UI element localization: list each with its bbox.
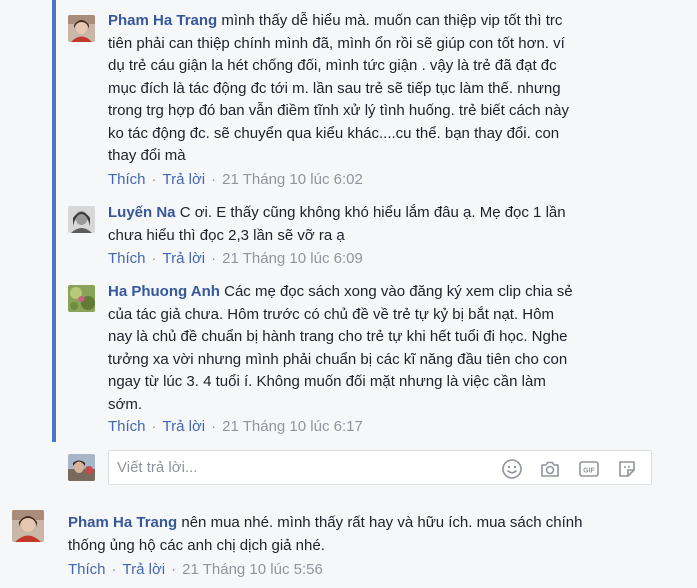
comment-author-link[interactable]: Pham Ha Trang [108,12,217,29]
current-user-avatar [68,454,95,481]
avatar[interactable] [12,510,44,542]
comment-text-line: ko tác động đc. sẽ chuyển qua kiểu khác.… [108,124,560,142]
reply-link[interactable]: Trả lời [163,171,206,188]
comment-text-line: nay là chủ đề chuẩn bị hành trang cho tr… [108,328,568,345]
timestamp[interactable]: 21 Tháng 10 lúc 6:02 [222,171,363,188]
comment-text-line: tưởng xa vời nhưng mình phải chuẩn bị cá… [108,350,568,368]
reply-input[interactable] [117,451,497,484]
emoji-icon[interactable] [501,458,523,480]
comment-actions: Thích · Trả lời · 21 Tháng 10 lúc 5:56 [68,561,323,578]
comment-text-line: sớm. [108,395,142,413]
reply-thread-bar [52,0,56,442]
svg-text:GIF: GIF [583,468,595,475]
avatar[interactable] [68,285,95,312]
comment-body: Ha Phuong Anh Các mẹ đọc sách xong vào đ… [108,281,668,416]
avatar[interactable] [68,15,95,42]
comment-actions: Thích · Trả lời · 21 Tháng 10 lúc 6:02 [108,171,363,188]
comment-text-line: mục đích là tác động đc tới m. lần sau t… [108,79,561,97]
comment-text-line: nên mua nhé. mình thấy rất hay và hữu íc… [181,514,583,531]
comment-author-link[interactable]: Pham Ha Trang [68,514,177,531]
comment-body: Pham Ha Trang nên mua nhé. mình thấy rất… [68,512,668,557]
comment-actions: Thích · Trả lời · 21 Tháng 10 lúc 6:17 [108,418,363,435]
timestamp[interactable]: 21 Tháng 10 lúc 5:56 [182,561,323,578]
timestamp[interactable]: 21 Tháng 10 lúc 6:09 [222,250,363,267]
comment-text-line: thay đổi mà [108,147,186,164]
comment-body: Luyến Na C ơi. E thấy cũng không khó hiể… [108,202,668,247]
like-link[interactable]: Thích [108,250,146,267]
comment-text-line: của tác giả chưa. Hôm trước có chủ đề về… [108,305,554,323]
comment-text-line: trong trg hợp đó ban vẫn điềm tĩnh xử lý… [108,102,569,119]
avatar[interactable] [68,206,95,233]
like-link[interactable]: Thích [108,171,146,188]
gif-icon[interactable]: GIF [578,458,600,480]
like-link[interactable]: Thích [108,418,146,435]
comment-text-line: Các mẹ đọc sách xong vào đăng ký xem cli… [224,283,573,300]
comment-author-link[interactable]: Ha Phuong Anh [108,283,220,300]
reply-link[interactable]: Trả lời [163,418,206,435]
comment-text-line: chưa hiểu thì đọc 2,3 lần sẽ vỡ ra ạ [108,226,345,244]
timestamp[interactable]: 21 Tháng 10 lúc 6:17 [222,418,363,435]
like-link[interactable]: Thích [68,561,106,578]
reply-link[interactable]: Trả lời [123,561,166,578]
comment-text-line: ngay từ lúc 3. 4 tuổi í. Không muốn đối … [108,373,546,390]
sticker-icon[interactable] [616,458,638,480]
comment-text-line: C ơi. E thấy cũng không khó hiểu lắm đâu… [179,204,566,221]
comment-text-line: mình thấy dễ hiểu mà. muốn can thiệp vip… [221,12,563,29]
comment-text-line: dụ trẻ cáu giận la hét chống đối, mình t… [108,57,557,74]
comment-body: Pham Ha Trang mình thấy dễ hiểu mà. muốn… [108,10,668,168]
comment-text-line: thống ủng hộ các anh chị dịch giả nhé. [68,536,325,554]
reply-composer: GIF [108,450,652,485]
camera-icon[interactable] [539,458,561,480]
comment-actions: Thích · Trả lời · 21 Tháng 10 lúc 6:09 [108,250,363,267]
reply-link[interactable]: Trả lời [163,250,206,267]
comment-author-link[interactable]: Luyến Na [108,204,176,221]
comment-text-line: tiên phải can thiệp chính mình đã, mình … [108,34,565,52]
